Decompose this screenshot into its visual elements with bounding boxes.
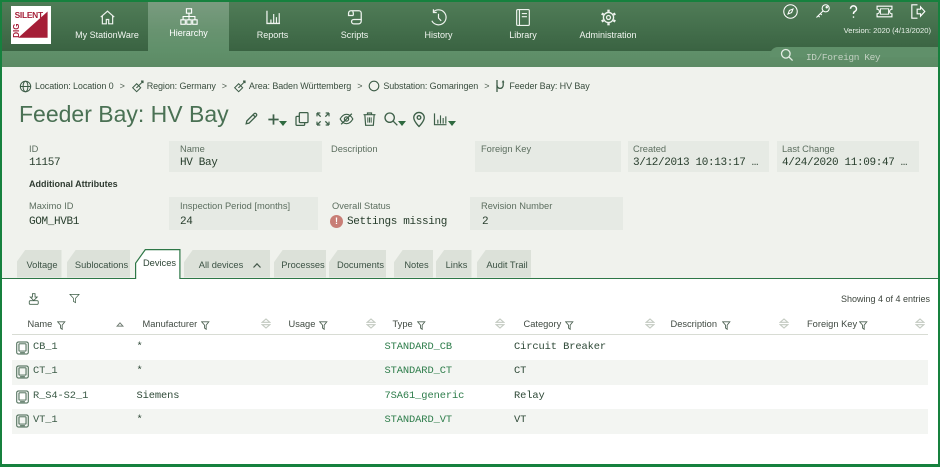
svg-text:SILENT: SILENT bbox=[15, 10, 44, 20]
svg-text:DIG: DIG bbox=[12, 24, 21, 38]
